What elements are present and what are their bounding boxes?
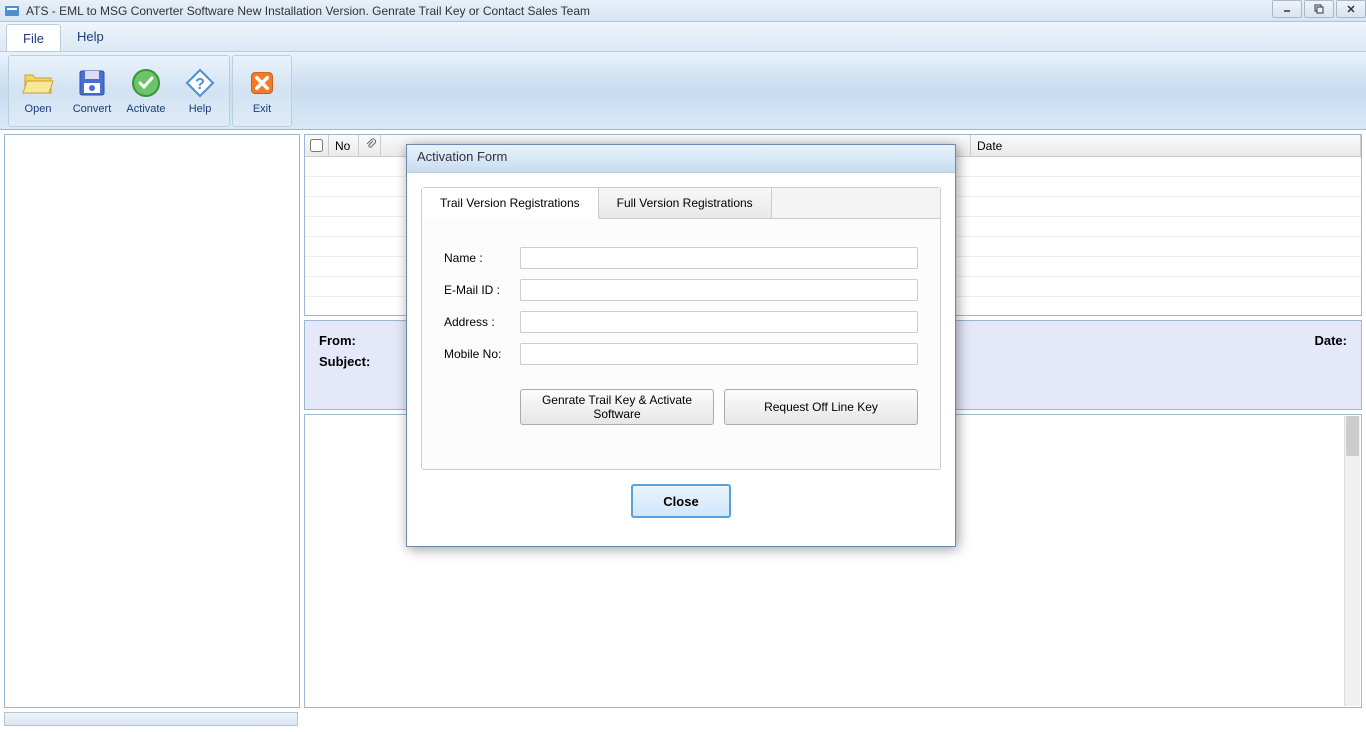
activation-dialog: Activation Form Trail Version Registrati… (406, 144, 956, 547)
convert-button[interactable]: Convert (65, 58, 119, 124)
tab-strip: Trail Version Registrations Full Version… (422, 188, 940, 219)
paperclip-icon (365, 138, 377, 153)
activate-button[interactable]: Activate (119, 58, 173, 124)
tab-content: Name : E-Mail ID : Address : Mobile No: (422, 219, 940, 469)
grid-col-no[interactable]: No (329, 135, 359, 156)
request-offline-key-button[interactable]: Request Off Line Key (724, 389, 918, 425)
app-icon (4, 3, 20, 19)
email-label: E-Mail ID : (444, 283, 520, 297)
subject-label: Subject: (319, 354, 370, 369)
exit-icon (246, 67, 278, 99)
menu-file[interactable]: File (6, 24, 61, 51)
help-diamond-icon: ? (184, 67, 216, 99)
date-label: Date: (1314, 333, 1347, 348)
help-button[interactable]: ? Help (173, 58, 227, 124)
open-label: Open (25, 103, 52, 115)
open-button[interactable]: Open (11, 58, 65, 124)
left-tree-panel[interactable] (4, 134, 300, 708)
maximize-button[interactable] (1304, 0, 1334, 18)
close-button[interactable] (1336, 0, 1366, 18)
dialog-close-button[interactable]: Close (631, 484, 731, 518)
title-bar: ATS - EML to MSG Converter Software New … (0, 0, 1366, 22)
scroll-thumb[interactable] (1346, 416, 1359, 456)
status-cell (4, 712, 298, 726)
toolbar: Open Convert Activate ? Help Exit (0, 52, 1366, 130)
exit-button[interactable]: Exit (235, 58, 289, 124)
menu-help[interactable]: Help (61, 22, 120, 51)
floppy-disk-icon (76, 67, 108, 99)
svg-text:?: ? (195, 76, 205, 93)
check-circle-icon (130, 67, 162, 99)
tab-trail-registrations[interactable]: Trail Version Registrations (422, 188, 599, 219)
scrollbar[interactable] (1344, 416, 1360, 706)
name-label: Name : (444, 251, 520, 265)
generate-key-button[interactable]: Genrate Trail Key & Activate Software (520, 389, 714, 425)
tab-full-registrations[interactable]: Full Version Registrations (599, 188, 772, 218)
tab-container: Trail Version Registrations Full Version… (421, 187, 941, 470)
menu-bar: File Help (0, 22, 1366, 52)
help-label: Help (189, 103, 212, 115)
email-field[interactable] (520, 279, 918, 301)
activate-label: Activate (126, 103, 165, 115)
mobile-label: Mobile No: (444, 347, 520, 361)
folder-open-icon (22, 67, 54, 99)
window-controls (1270, 0, 1366, 21)
name-field[interactable] (520, 247, 918, 269)
from-label: From: (319, 333, 356, 348)
mobile-field[interactable] (520, 343, 918, 365)
convert-label: Convert (73, 103, 112, 115)
exit-label: Exit (253, 103, 271, 115)
address-field[interactable] (520, 311, 918, 333)
status-bar (0, 712, 1366, 728)
dialog-body: Trail Version Registrations Full Version… (407, 173, 955, 546)
address-label: Address : (444, 315, 520, 329)
grid-col-checkbox[interactable] (305, 135, 329, 156)
grid-col-date[interactable]: Date (971, 135, 1361, 156)
window-title: ATS - EML to MSG Converter Software New … (26, 4, 1270, 18)
dialog-title: Activation Form (407, 145, 955, 173)
minimize-button[interactable] (1272, 0, 1302, 18)
grid-col-attachment[interactable] (359, 135, 381, 156)
toolbar-group-exit: Exit (232, 55, 292, 127)
select-all-checkbox[interactable] (310, 139, 323, 152)
toolbar-group-main: Open Convert Activate ? Help (8, 55, 230, 127)
